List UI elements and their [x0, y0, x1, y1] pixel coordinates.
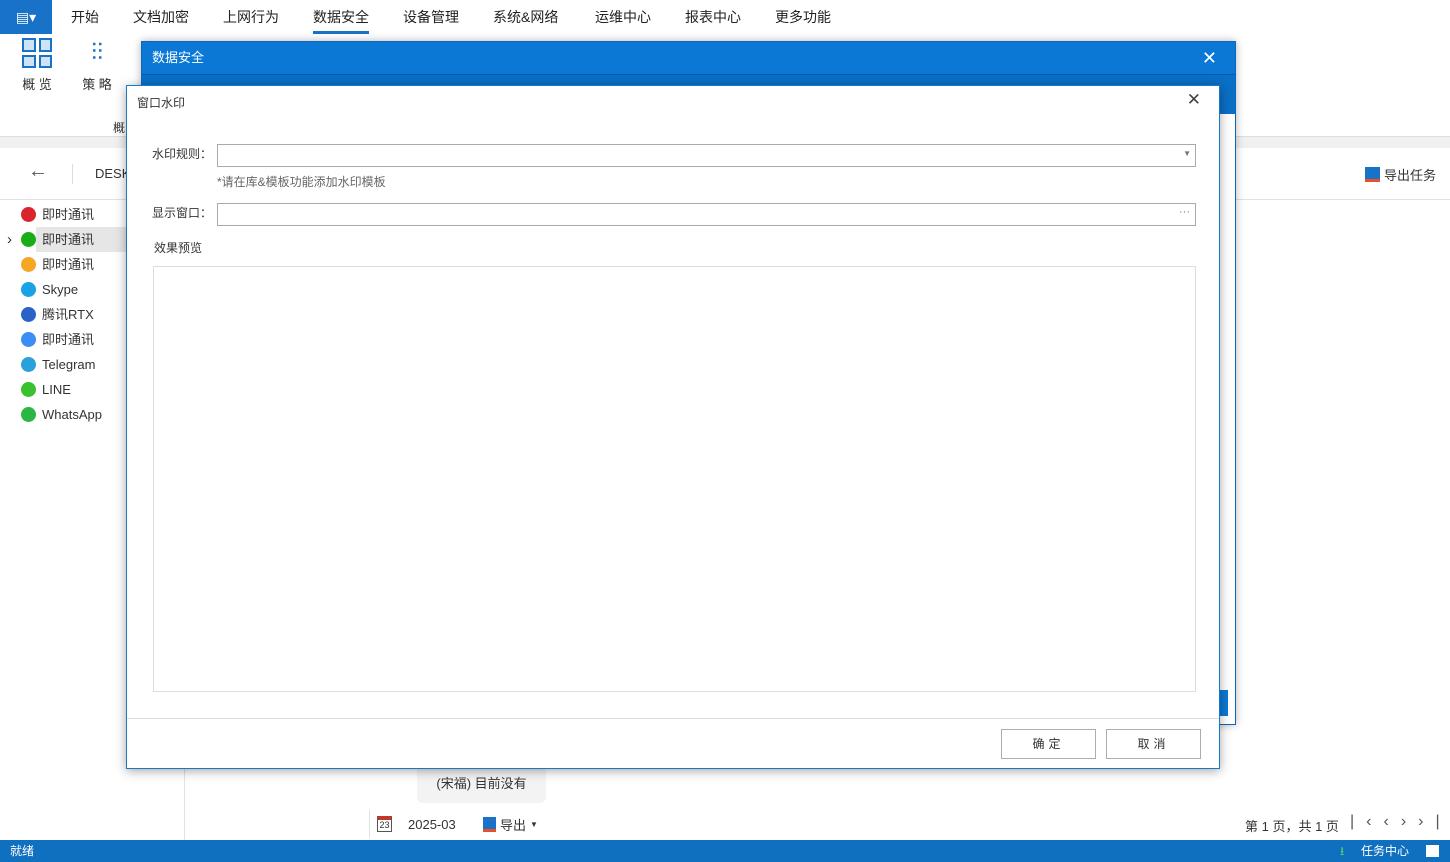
save-pdf-icon: [483, 817, 496, 832]
expand-chevron-icon[interactable]: ›: [7, 227, 12, 252]
first-page-icon[interactable]: |‹: [1350, 813, 1383, 830]
dropdown-icon: ▼: [530, 820, 538, 829]
sidebar-item-label: Telegram: [42, 357, 96, 372]
export-task-label: 导出任务: [1384, 168, 1437, 183]
tab-web-behavior[interactable]: 上网行为: [223, 0, 279, 34]
watermark-rule-select[interactable]: ▼: [217, 144, 1196, 167]
tab-device-mgmt[interactable]: 设备管理: [403, 0, 459, 34]
notification-icon[interactable]: [1426, 845, 1439, 857]
tab-start[interactable]: 开始: [71, 0, 99, 34]
back-arrow-icon[interactable]: ←: [28, 160, 48, 183]
policy-label: 策 略: [82, 77, 112, 92]
pagination-text: 第 1 页，共 1 页: [1245, 819, 1339, 834]
sidebar-item-label: Skype: [42, 282, 79, 297]
hint-text: *请在库&模板功能添加水印模板: [217, 175, 386, 189]
task-center-button[interactable]: 任务中心: [1361, 840, 1409, 862]
export-task-button[interactable]: 导出任务: [1365, 165, 1436, 184]
sidebar-item-label: 即时通讯: [42, 207, 95, 222]
display-window-input[interactable]: ···: [217, 203, 1196, 226]
prev-page-icon[interactable]: ‹: [1383, 813, 1400, 830]
ribbon-group-label: 概: [113, 121, 126, 135]
export-button[interactable]: 导出 ▼: [483, 815, 538, 834]
menu-bar: ▤▾ 开始 文档加密 上网行为 数据安全 设备管理 系统&网络 运维中心 报表中…: [0, 0, 1450, 34]
status-text: 就绪: [10, 844, 35, 858]
status-bar: 就绪 ⭳ 任务中心: [0, 840, 1450, 862]
im-q-icon: [21, 207, 36, 222]
cancel-button[interactable]: 取消: [1106, 729, 1201, 759]
whatsapp-icon: [21, 407, 36, 422]
button-fragment[interactable]: [1220, 690, 1228, 716]
sliders-icon: ⫶⫶: [91, 39, 103, 66]
dingtalk-icon: [21, 332, 36, 347]
line-icon: [21, 382, 36, 397]
download-icon: ⭳: [1340, 844, 1345, 858]
wechat-work-icon: [21, 232, 36, 247]
sidebar-item-label: 即时通讯: [42, 232, 95, 247]
divider: [127, 718, 1219, 719]
pagination-controls[interactable]: |‹‹››|: [1350, 813, 1450, 831]
save-pdf-icon: [1365, 167, 1380, 182]
ok-button[interactable]: 确定: [1001, 729, 1096, 759]
next-page-icon[interactable]: ›: [1401, 813, 1418, 830]
dropdown-icon: ▼: [1183, 149, 1191, 158]
tab-more[interactable]: 更多功能: [775, 0, 831, 34]
sidebar-item-label: 腾讯RTX: [42, 307, 94, 322]
tab-ops-center[interactable]: 运维中心: [595, 0, 651, 34]
policy-button[interactable]: ⫶⫶ 策 略: [72, 38, 122, 93]
dialog-title: 数据安全: [152, 50, 205, 65]
sidebar-item-label: 即时通讯: [42, 257, 95, 272]
date-label[interactable]: 2025-03: [408, 817, 456, 832]
last-page-icon[interactable]: ›|: [1418, 813, 1450, 830]
telegram-icon: [21, 357, 36, 372]
window-watermark-dialog: 窗口水印 ✕ 水印规则： ▼ *请在库&模板功能添加水印模板 显示窗口： ···…: [126, 85, 1220, 769]
preview-area: [153, 266, 1196, 692]
dialog-title: 窗口水印: [137, 96, 186, 110]
bottom-bar: 23 2025-03 导出 ▼ 第 1 页，共 1 页 |‹‹››|: [369, 810, 1450, 838]
app-menu-button[interactable]: ▤▾: [0, 0, 52, 34]
rtx-icon: [21, 307, 36, 322]
preview-label: 效果预览: [154, 241, 203, 255]
message-bubble: (宋福) 目前没有: [417, 765, 546, 803]
tab-report-center[interactable]: 报表中心: [685, 0, 741, 34]
overview-label: 概 览: [22, 77, 52, 92]
skype-icon: [21, 282, 36, 297]
overview-button[interactable]: 概 览: [12, 38, 62, 93]
w-icon: [21, 257, 36, 272]
rule-label: 水印规则：: [152, 147, 213, 161]
close-icon[interactable]: ✕: [1187, 90, 1201, 110]
sidebar-item-label: 即时通讯: [42, 332, 95, 347]
grid-icon: [22, 38, 52, 68]
close-icon[interactable]: ✕: [1202, 42, 1217, 74]
tab-system-network[interactable]: 系统&网络: [493, 0, 558, 34]
export-label: 导出: [500, 818, 527, 833]
tab-doc-encrypt[interactable]: 文档加密: [133, 0, 189, 34]
ellipsis-icon[interactable]: ···: [1179, 206, 1190, 218]
calendar-icon[interactable]: 23: [377, 816, 392, 832]
window-label: 显示窗口：: [152, 206, 213, 220]
tab-data-security[interactable]: 数据安全: [313, 0, 369, 34]
sidebar-item-label: LINE: [42, 382, 71, 397]
dialog-titlebar: 数据安全 ✕: [142, 42, 1235, 74]
divider: [72, 164, 73, 184]
sidebar-item-label: WhatsApp: [42, 407, 102, 422]
